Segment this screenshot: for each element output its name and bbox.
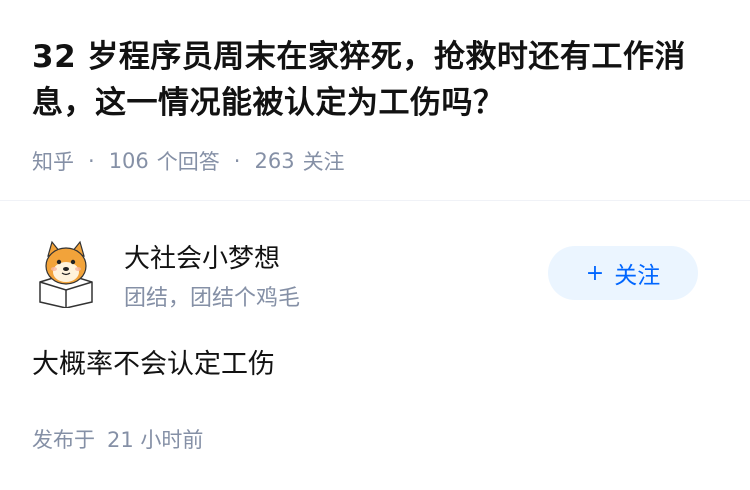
- publish-time-value: 21 小时前: [107, 428, 204, 452]
- meta-separator: ·: [233, 149, 241, 173]
- question-title[interactable]: 32 岁程序员周末在家猝死，抢救时还有工作消息，这一情况能被认定为工伤吗？: [32, 34, 722, 126]
- follower-count: 263: [254, 149, 295, 173]
- plus-icon: +: [585, 260, 605, 286]
- question-meta: 知乎 · 106 个回答 · 263 关注: [32, 146, 345, 176]
- author-name[interactable]: 大社会小梦想: [124, 238, 280, 275]
- follower-count-label[interactable]: 关注: [303, 146, 345, 176]
- answer-count-label[interactable]: 个回答: [157, 146, 220, 176]
- publish-time: 发布于 21 小时前: [32, 424, 203, 454]
- source-label[interactable]: 知乎: [32, 146, 74, 176]
- section-divider: [0, 200, 750, 201]
- publish-prefix: 发布于: [32, 428, 95, 452]
- author-avatar[interactable]: [34, 238, 98, 309]
- follow-button[interactable]: + 关注: [548, 246, 698, 300]
- answer-content[interactable]: 大概率不会认定工伤: [32, 342, 275, 381]
- follow-button-label: 关注: [614, 263, 661, 289]
- author-bio: 团结，团结个鸡毛: [124, 286, 301, 311]
- meta-separator: ·: [88, 149, 95, 173]
- shiba-dog-avatar-icon: [39, 240, 93, 309]
- answer-count: 106: [108, 149, 149, 173]
